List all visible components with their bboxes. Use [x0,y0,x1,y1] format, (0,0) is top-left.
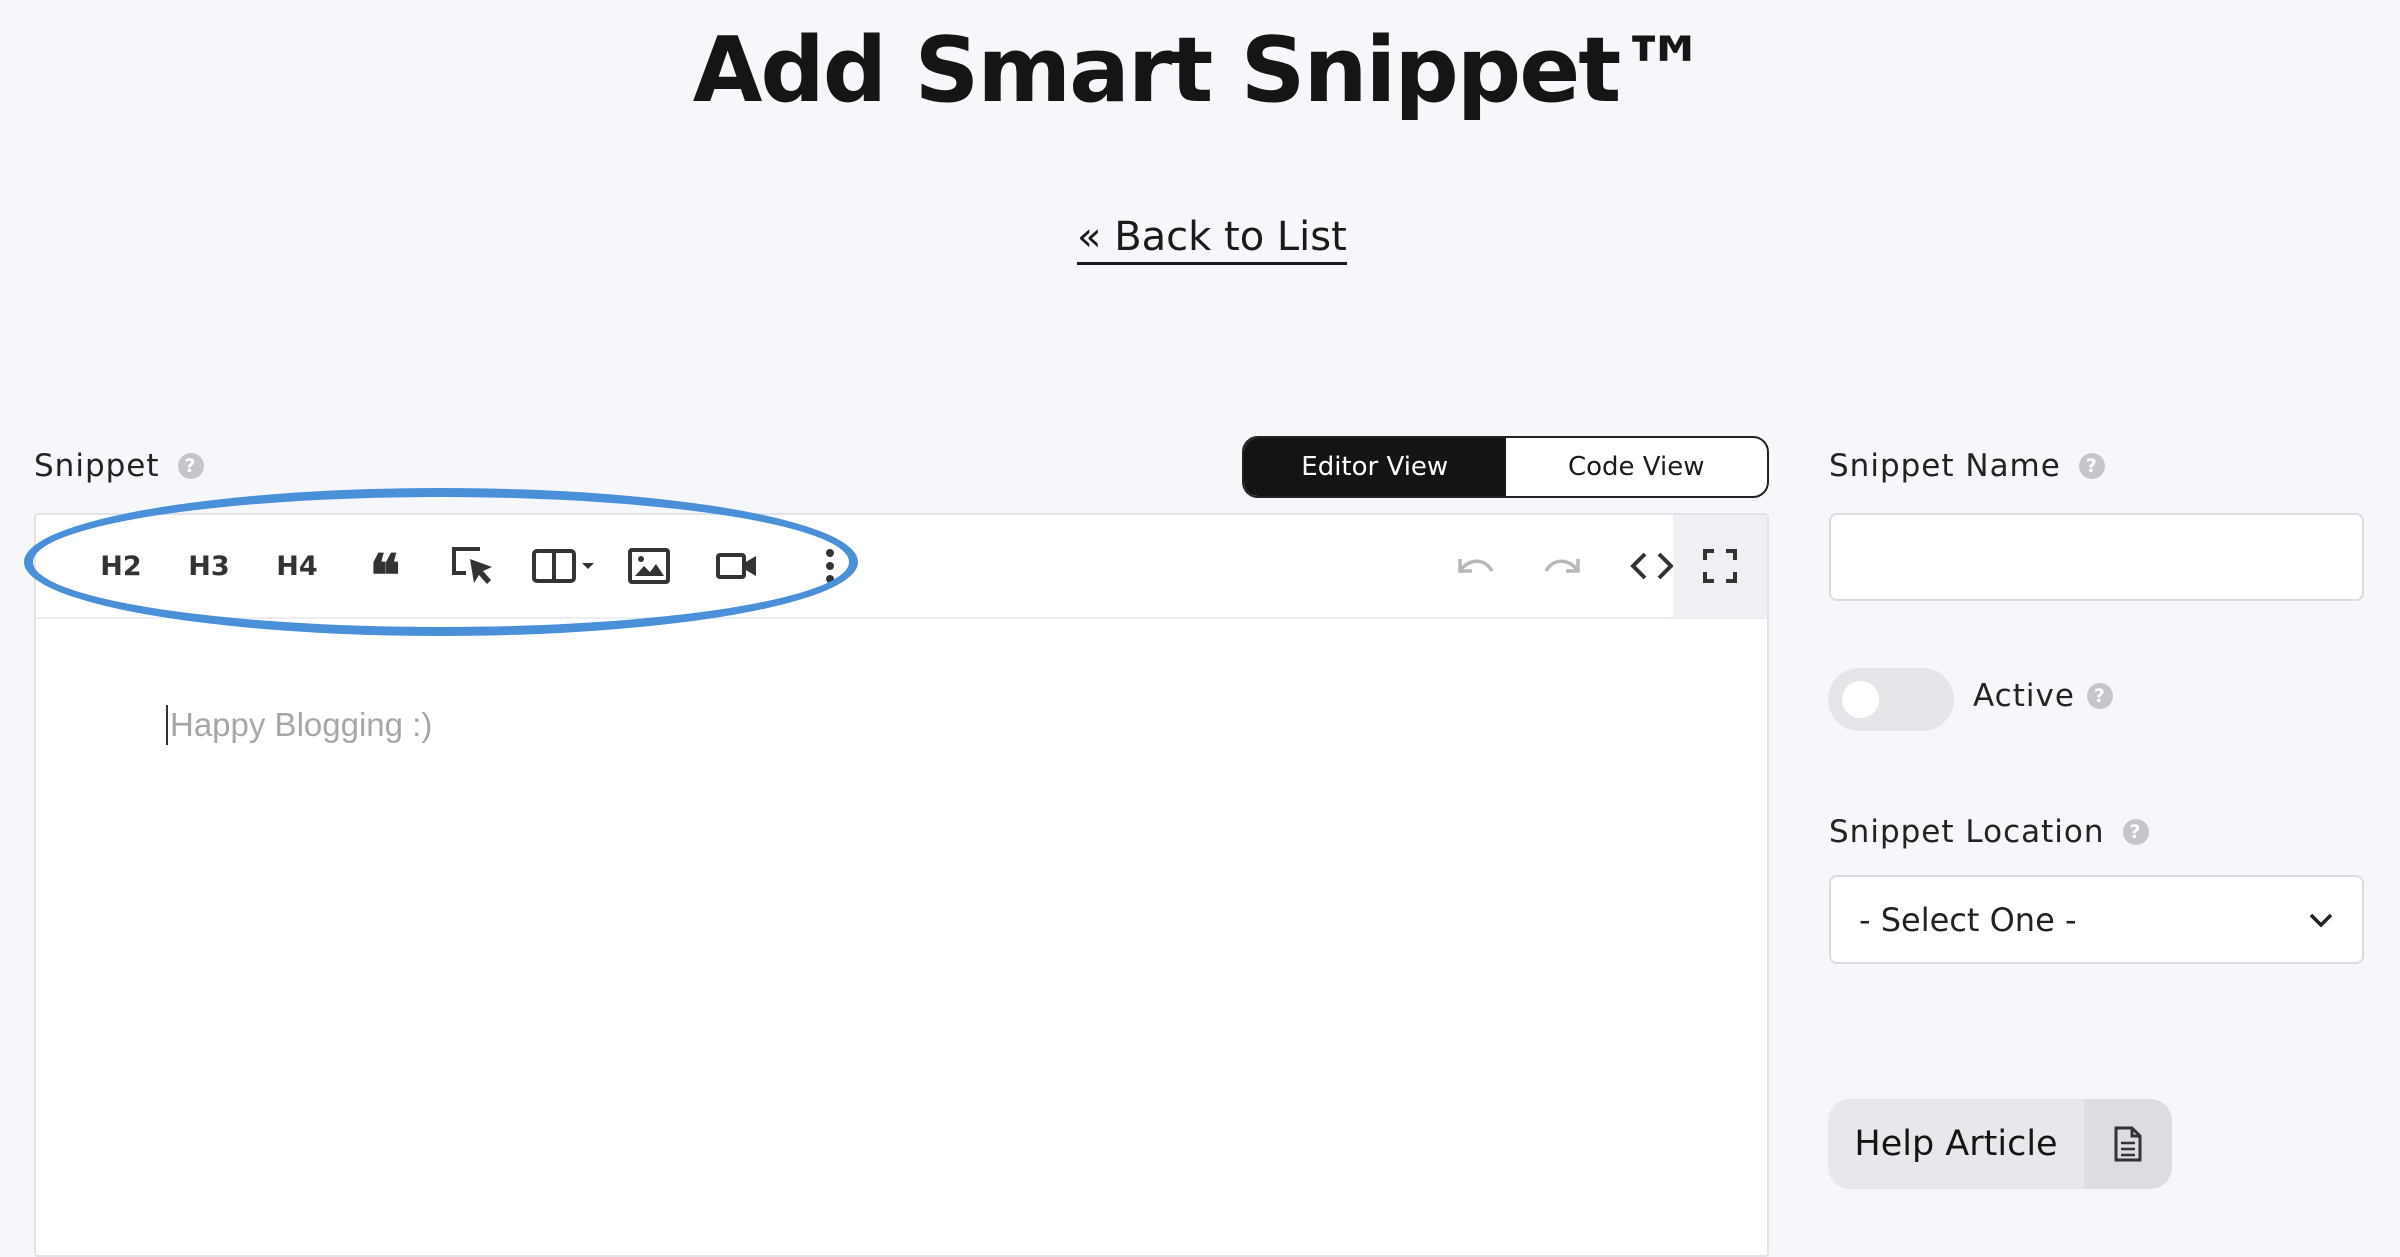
snippet-editor: H2 H3 H4 ❝ Happy Blogging:) [34,513,1769,1257]
snippet-location-label-row: Snippet Location ? [1829,814,2149,850]
layout-columns-icon [532,549,594,583]
help-article-label: Help Article [1854,1124,2058,1164]
editor-view-button[interactable]: Editor View [1244,438,1506,496]
back-to-list-link[interactable]: « Back to List [1077,214,1347,265]
toggle-knob [1842,681,1879,718]
chevron-down-icon [2309,913,2333,927]
undo-icon [1458,559,1494,573]
view-toggle: Editor View Code View [1242,436,1769,498]
document-icon [2114,1126,2142,1162]
fullscreen-icon [1703,549,1737,583]
heading-4-button[interactable]: H4 [265,539,329,593]
more-options-button[interactable] [798,539,862,593]
cursor-select-icon [452,547,492,584]
active-toggle[interactable] [1828,668,1954,731]
fullscreen-button[interactable] [1673,515,1767,617]
heading-2-button[interactable]: H2 [89,539,153,593]
help-article-button[interactable]: Help Article [1828,1099,2172,1189]
redo-button[interactable] [1531,539,1595,593]
heading-3-button[interactable]: H3 [177,539,241,593]
undo-button[interactable] [1443,539,1507,593]
redo-icon [1544,559,1580,573]
snippet-label-row: Snippet ? [34,448,204,484]
help-circle-icon[interactable]: ? [2078,453,2105,479]
insert-image-button[interactable] [617,539,681,593]
help-circle-icon[interactable]: ? [177,453,204,479]
snippet-location-select[interactable]: - Select One - [1829,875,2364,964]
snippet-name-input[interactable] [1829,513,2364,601]
select-button[interactable] [441,539,505,593]
quote-icon: ❝ [369,542,401,610]
page-title: Add Smart Snippet™ [692,18,1710,123]
image-icon [628,548,670,584]
help-circle-icon[interactable]: ? [2086,683,2113,709]
video-icon [716,553,756,579]
insert-video-button[interactable] [705,539,769,593]
editor-toolbar: H2 H3 H4 ❝ [36,515,1767,619]
active-label: Active [1973,678,2075,714]
snippet-location-label: Snippet Location [1829,814,2105,850]
snippet-label: Snippet [34,448,160,484]
editor-content[interactable]: Happy Blogging :) [166,705,432,745]
quote-button[interactable]: ❝ [353,539,417,605]
snippet-name-label-row: Snippet Name ? [1829,448,2105,484]
active-label-row: Active ? [1973,678,2113,714]
code-icon [1630,552,1674,580]
help-circle-icon[interactable]: ? [2122,819,2149,845]
code-view-button[interactable]: Code View [1506,438,1768,496]
document-icon-wrap [2084,1099,2172,1189]
snippet-location-value: - Select One - [1859,900,2077,939]
more-vertical-icon [826,549,834,583]
layout-button[interactable] [529,539,601,593]
snippet-name-label: Snippet Name [1829,448,2061,484]
